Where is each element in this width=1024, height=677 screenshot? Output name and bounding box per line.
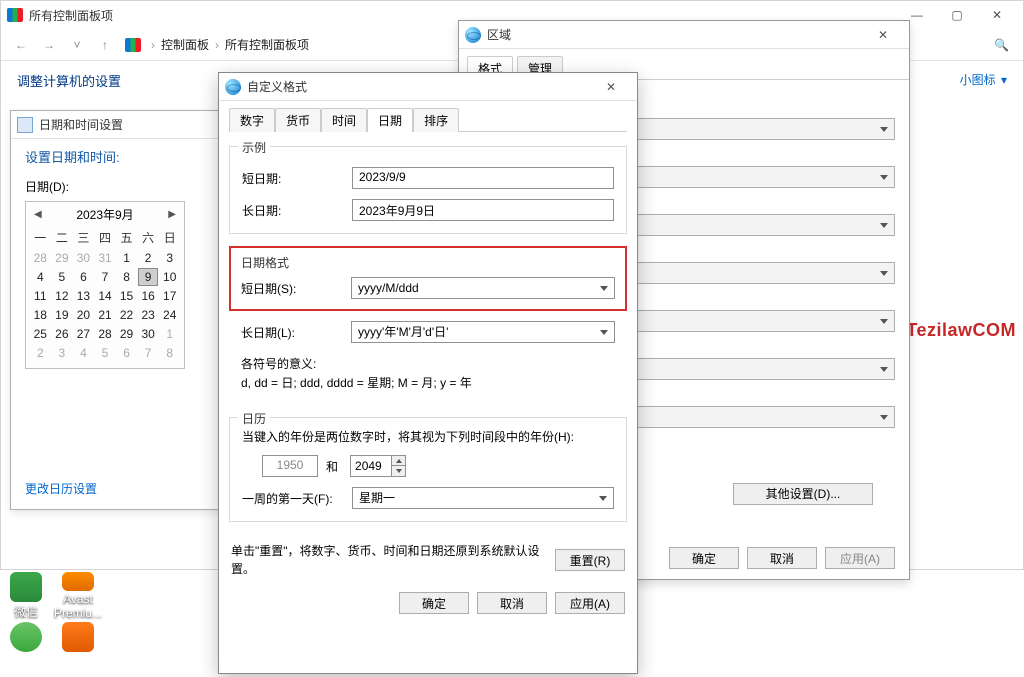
- desktop-icon[interactable]: [0, 620, 52, 670]
- desktop-icons: 微信 AvastPremiu...: [0, 570, 104, 670]
- reset-button[interactable]: 重置(R): [555, 549, 625, 571]
- tab-date[interactable]: 日期: [367, 108, 413, 132]
- group-title: 日期格式: [241, 254, 615, 271]
- two-digit-year-label: 当键入的年份是两位数字时，将其视为下列时间段中的年份(H):: [242, 428, 614, 445]
- desktop-icon[interactable]: AvastPremiu...: [52, 570, 104, 620]
- apply-button[interactable]: 应用(A): [555, 592, 625, 614]
- forward-button[interactable]: →: [37, 33, 61, 57]
- ok-button[interactable]: 确定: [669, 547, 739, 569]
- custom-format-dialog: 自定义格式 ✕ 数字 货币 时间 日期 排序 示例 短日期: 2023/9/9 …: [218, 72, 638, 674]
- long-date-label: 长日期:: [242, 202, 352, 219]
- tab-time[interactable]: 时间: [321, 108, 367, 132]
- short-date-format-combo[interactable]: yyyy/M/ddd: [351, 277, 615, 299]
- close-button[interactable]: ✕: [977, 3, 1017, 27]
- short-date-sample: 2023/9/9: [352, 167, 614, 189]
- back-button[interactable]: ←: [9, 33, 33, 57]
- globe-icon: [225, 79, 241, 95]
- dialog-title: 日期和时间设置: [39, 116, 123, 133]
- close-button[interactable]: ✕: [591, 75, 631, 99]
- symbols-text: d, dd = 日; ddd, dddd = 星期; M = 月; y = 年: [241, 374, 615, 393]
- calendar-group: 日历 当键入的年份是两位数字时，将其视为下列时间段中的年份(H): 1950 和…: [229, 417, 627, 522]
- extra-settings-button[interactable]: 其他设置(D)...: [733, 483, 873, 505]
- long-date-format-combo[interactable]: yyyy'年'M'月'd'日': [351, 321, 615, 343]
- tab-currency[interactable]: 货币: [275, 108, 321, 132]
- year-to-spinner[interactable]: 2049: [350, 455, 406, 477]
- cancel-button[interactable]: 取消: [477, 592, 547, 614]
- date-format-highlight: 日期格式 短日期(S): yyyy/M/ddd: [229, 246, 627, 311]
- year-from: 1950: [262, 455, 318, 477]
- selected-day[interactable]: 9: [138, 268, 159, 286]
- desktop-icon[interactable]: [52, 620, 104, 670]
- watermark: TezilawCOM: [906, 320, 1016, 341]
- spin-up[interactable]: [391, 456, 405, 466]
- dialog-title: 自定义格式: [247, 78, 307, 95]
- prev-month[interactable]: ◀: [34, 209, 42, 220]
- date-label: 日期(D):: [25, 178, 185, 195]
- search-icon[interactable]: 🔍: [994, 38, 1009, 52]
- short-format-label: 短日期(S):: [241, 280, 351, 297]
- next-month[interactable]: ▶: [168, 209, 176, 220]
- example-group: 示例 短日期: 2023/9/9 长日期: 2023年9月9日: [229, 146, 627, 234]
- first-day-label: 一周的第一天(F):: [242, 490, 352, 507]
- and-label: 和: [326, 458, 338, 475]
- tab-number[interactable]: 数字: [229, 108, 275, 132]
- desktop-icon[interactable]: 微信: [0, 570, 52, 620]
- maximize-button[interactable]: ▢: [937, 3, 977, 27]
- page-title: 调整计算机的设置: [17, 71, 121, 90]
- control-panel-icon: [7, 8, 23, 22]
- globe-icon: [465, 27, 481, 43]
- calendar-grid: 一二三四五六日 28293031123 45678910 11121314151…: [30, 227, 180, 362]
- close-button[interactable]: ✕: [863, 23, 903, 47]
- long-date-sample: 2023年9月9日: [352, 199, 614, 221]
- dialog-title: 区域: [487, 26, 511, 43]
- breadcrumb[interactable]: 控制面板: [161, 36, 209, 53]
- ok-button[interactable]: 确定: [399, 592, 469, 614]
- view-mode-dropdown[interactable]: 小图标 ▾: [960, 71, 1007, 100]
- history-dropdown[interactable]: ˅: [65, 33, 89, 57]
- apply-button[interactable]: 应用(A): [825, 547, 895, 569]
- tab-sort[interactable]: 排序: [413, 108, 459, 132]
- calendar-month: 2023年9月: [76, 206, 133, 223]
- symbols-label: 各符号的意义:: [241, 355, 615, 374]
- first-day-combo[interactable]: 星期一: [352, 487, 614, 509]
- long-format-label: 长日期(L):: [241, 324, 351, 341]
- spin-down[interactable]: [391, 466, 405, 476]
- up-button[interactable]: ↑: [93, 33, 117, 57]
- window-title: 所有控制面板项: [29, 7, 113, 24]
- breadcrumb[interactable]: 所有控制面板项: [225, 36, 309, 53]
- cp-path-icon: [125, 38, 141, 52]
- change-calendar-link[interactable]: 更改日历设置: [25, 480, 97, 497]
- calendar[interactable]: ◀ 2023年9月 ▶ 一二三四五六日 28293031123 45678910…: [25, 201, 185, 369]
- reset-hint: 单击"重置"，将数字、货币、时间和日期还原到系统默认设置。: [231, 542, 545, 578]
- short-date-label: 短日期:: [242, 170, 352, 187]
- clock-icon: [17, 117, 33, 133]
- cancel-button[interactable]: 取消: [747, 547, 817, 569]
